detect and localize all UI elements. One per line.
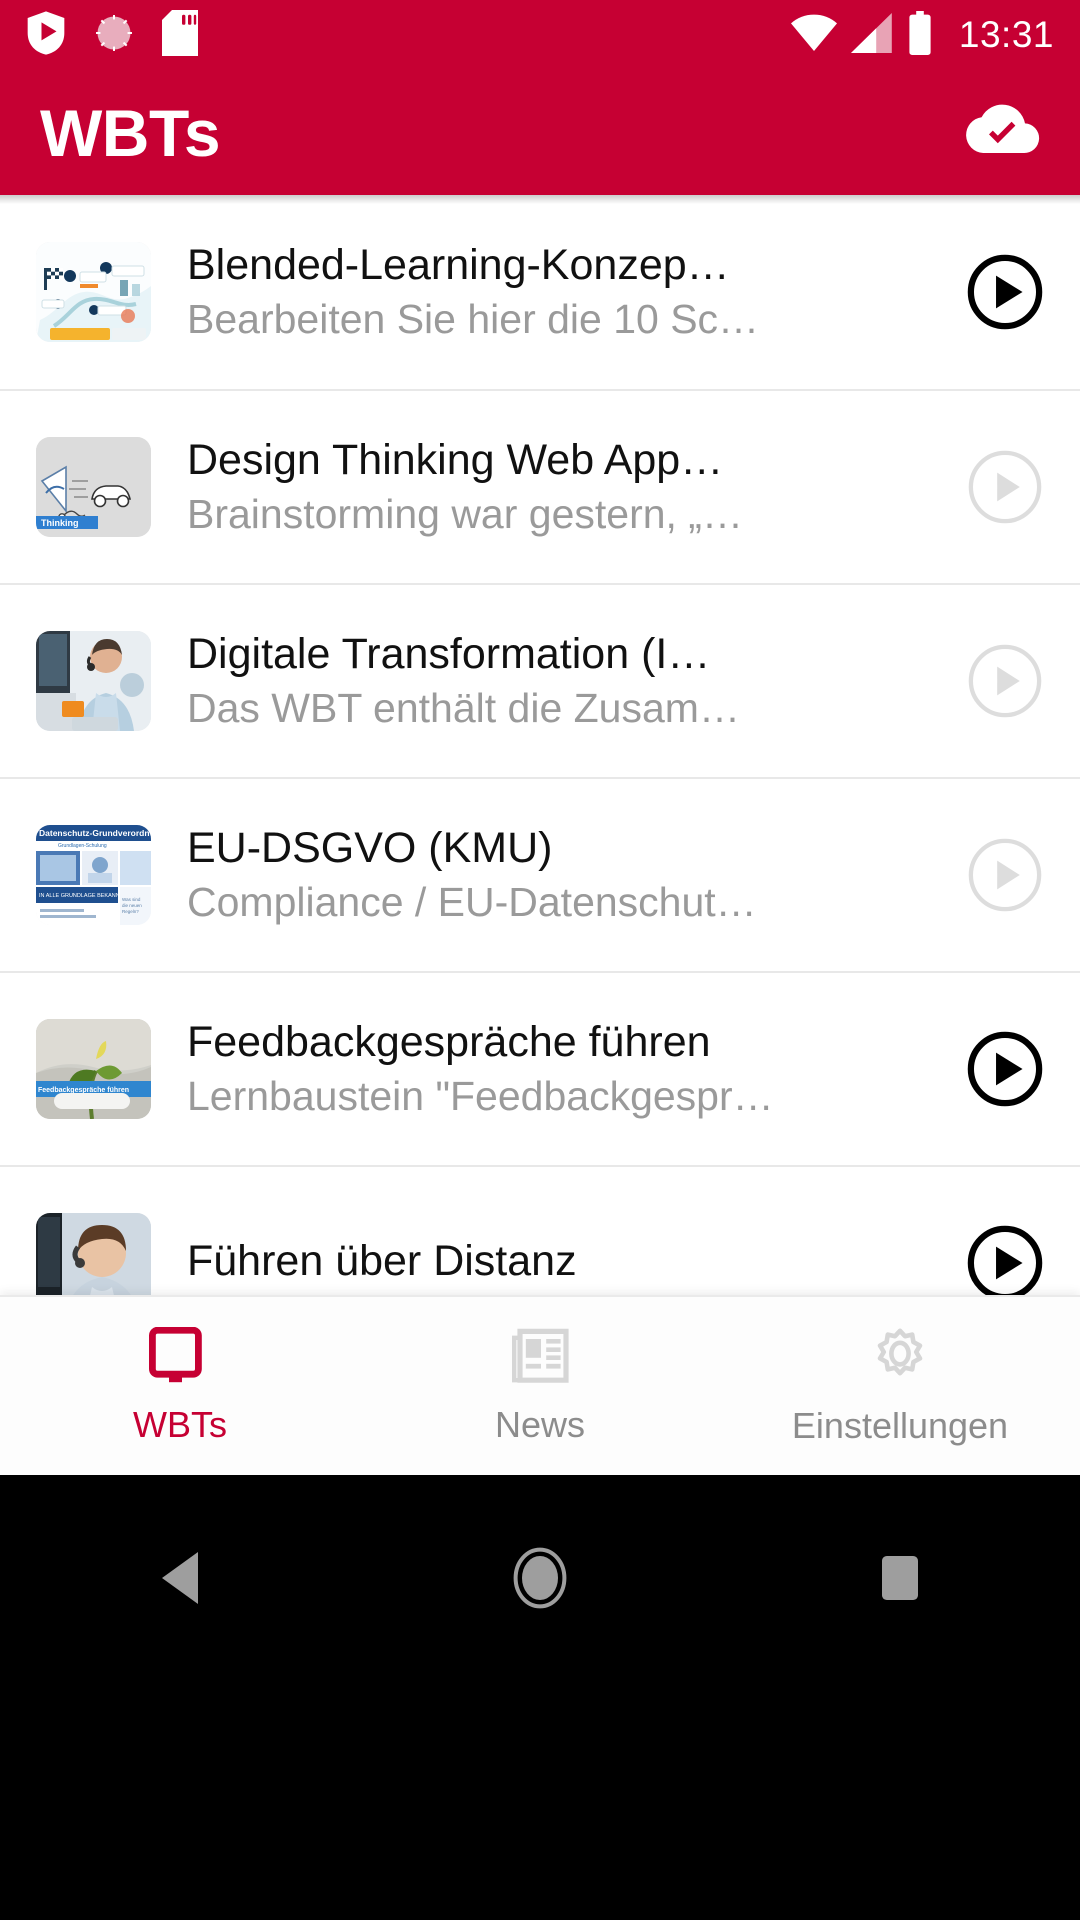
play-protect-shield-icon [26,10,66,60]
newspaper-icon [509,1327,571,1390]
status-bar-left-icons [26,9,198,61]
gear-icon [869,1326,931,1391]
list-item-title: Feedbackgespräche führen [187,1018,711,1067]
list-item-subtitle: Brainstorming war gestern, „… [187,491,743,538]
play-circle-icon[interactable] [966,1030,1044,1108]
home-button[interactable] [480,1535,600,1625]
android-navigation-bar [0,1475,1080,1920]
play-circle-icon[interactable] [966,642,1044,720]
feedbackgespraeche-plant-thumbnail: Feedbackgespräche führen [36,1019,151,1119]
wbt-list[interactable]: Blended-Learning-Konzep… Bearbeiten Sie … [0,195,1080,1295]
play-circle-icon[interactable] [966,448,1044,526]
list-item[interactable]: Feedbackgespräche führen Feedbackgespräc… [0,971,1080,1165]
svg-text:Regeln?: Regeln? [122,909,139,914]
list-item-subtitle: Das WBT enthält die Zusam… [187,685,740,732]
svg-text:IN ALLE GRUNDLAGE BEKANNTEN: IN ALLE GRUNDLAGE BEKANNTEN [39,893,131,899]
app-root: 13:31 WBTs Blended-Learning-Konzep… Bear… [0,0,1080,1920]
list-item[interactable]: Thinking Design Thinking Web App… Brains… [0,389,1080,583]
monitor-icon [148,1326,212,1390]
play-circle-icon[interactable] [966,836,1044,914]
svg-text:Grundlagen-Schulung: Grundlagen-Schulung [58,843,107,849]
play-circle-icon[interactable] [966,1224,1044,1295]
bottom-navigation: WBTs News Einstellungen [0,1295,1080,1475]
list-item-title: Führen über Distanz [187,1236,577,1285]
list-item-subtitle: Lernbaustein "Feedbackgespr… [187,1073,774,1120]
back-triangle-icon [158,1551,202,1609]
svg-text:Was sind: Was sind [122,897,141,902]
list-item[interactable]: Blended-Learning-Konzep… Bearbeiten Sie … [0,195,1080,389]
wifi-icon [790,13,837,58]
svg-text:die neuen: die neuen [122,903,142,908]
list-item-texts: Feedbackgespräche führen Lernbaustein "F… [187,1017,966,1120]
blended-learning-roadmap-thumbnail [36,242,151,342]
eu-dsgvo-datenschutz-thumbnail: Datenschutz-Grundverordn Grundlagen-Schu… [36,825,151,925]
list-item-texts: EU-DSGVO (KMU) Compliance / EU-Datenschu… [187,823,966,926]
digitale-transformation-callcenter-thumbnail [36,631,151,731]
list-item-title: Blended-Learning-Konzep… [187,241,730,290]
list-item[interactable]: Digitale Transformation (I… Das WBT enth… [0,583,1080,777]
play-circle-icon[interactable] [966,253,1044,331]
svg-text:Datenschutz-Grundverordn: Datenschutz-Grundverordn [39,828,150,838]
recents-button[interactable] [840,1535,960,1625]
nav-tab-einstellungen[interactable]: Einstellungen [720,1297,1080,1475]
svg-text:Feedbackgespräche führen: Feedbackgespräche führen [38,1087,129,1094]
list-item-title: Design Thinking Web App… [187,436,724,485]
cloud-check-icon[interactable] [964,101,1040,164]
list-item-texts: Digitale Transformation (I… Das WBT enth… [187,629,966,732]
nav-tab-einstellungen-label: Einstellungen [791,1404,1009,1446]
list-item-texts: Design Thinking Web App… Brainstorming w… [187,435,966,538]
nav-tab-news[interactable]: News [360,1297,720,1475]
status-bar: 13:31 [0,0,1080,70]
nav-tab-wbts-label: WBTs [133,1403,227,1445]
cellular-signal-icon [850,12,893,58]
sd-card-icon [162,9,198,61]
fuehren-ueber-distanz-headset-thumbnail [36,1213,151,1295]
battery-full-icon [907,10,933,60]
app-bar-actions [964,101,1040,164]
status-bar-clock: 13:31 [958,14,1054,55]
list-item[interactable]: Führen über Distanz [0,1165,1080,1295]
list-item-title: Digitale Transformation (I… [187,630,711,679]
page-title: WBTs [40,95,221,170]
list-item[interactable]: Datenschutz-Grundverordn Grundlagen-Schu… [0,777,1080,971]
list-item-texts: Blended-Learning-Konzep… Bearbeiten Sie … [187,240,966,343]
back-button[interactable] [120,1535,240,1625]
list-item-subtitle: Compliance / EU-Datenschut… [187,879,757,926]
svg-text:Thinking: Thinking [41,518,79,528]
nav-tab-news-label: News [494,1403,586,1445]
app-bar: WBTs [0,70,1080,195]
design-thinking-car-sketch-thumbnail: Thinking [36,437,151,537]
list-item-title: EU-DSGVO (KMU) [187,824,553,873]
status-bar-right-icons: 13:31 [790,10,1054,60]
list-item-subtitle: Bearbeiten Sie hier die 10 Sc… [187,296,760,343]
recents-square-icon [880,1554,920,1607]
home-circle-icon [512,1547,568,1614]
nav-tab-wbts[interactable]: WBTs [0,1297,360,1475]
sync-spinner-icon [92,11,136,60]
list-item-texts: Führen über Distanz [187,1236,966,1291]
